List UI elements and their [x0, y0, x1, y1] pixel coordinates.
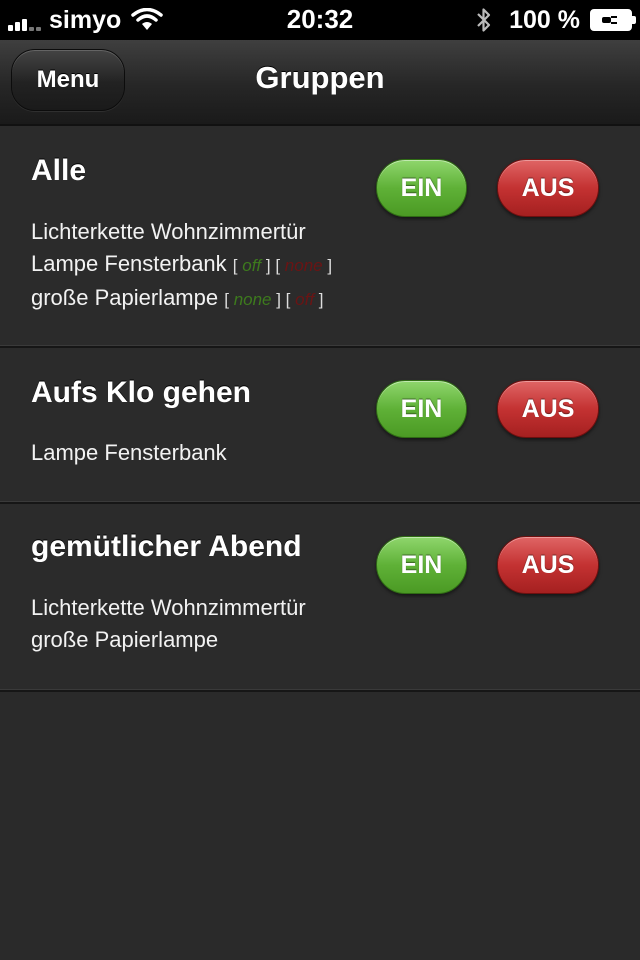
bluetooth-icon: [477, 8, 491, 32]
device-item: Lampe Fensterbank: [31, 437, 227, 469]
group-list: Alle EIN AUS Lichterkette Wohnzimmertür …: [0, 126, 640, 692]
group-off-button[interactable]: AUS: [497, 536, 599, 594]
group-row-alle: Alle EIN AUS Lichterkette Wohnzimmertür …: [0, 126, 640, 348]
group-device-list: Lampe Fensterbank: [31, 437, 227, 469]
status-bar-right: 100 %: [475, 5, 636, 35]
group-device-list: Lichterkette Wohnzimmertür Lampe Fenster…: [31, 216, 332, 316]
group-title: Aufs Klo gehen: [31, 376, 252, 409]
device-item: Lichterkette Wohnzimmertür: [31, 216, 332, 248]
device-name: Lichterkette Wohnzimmertür: [31, 219, 306, 244]
group-row-aufs-klo-gehen: Aufs Klo gehen EIN AUS Lampe Fensterbank: [0, 348, 640, 504]
device-off-state: off: [295, 290, 315, 309]
device-item: Lampe Fensterbank [ off ] [ none ]: [31, 251, 333, 276]
page-title: Gruppen: [255, 60, 385, 95]
navigation-bar: Menu Gruppen: [0, 40, 640, 126]
group-device-list: Lichterkette Wohnzimmertür große Papierl…: [31, 592, 306, 656]
battery-charging-icon: [590, 9, 636, 31]
device-item: große Papierlampe: [31, 624, 306, 656]
status-bar: simyo 20:32 100 %: [0, 0, 640, 40]
device-name: große Papierlampe: [31, 627, 219, 652]
group-on-button[interactable]: EIN: [376, 380, 467, 438]
group-title: Alle: [31, 154, 87, 187]
group-off-button[interactable]: AUS: [497, 380, 599, 438]
group-on-button[interactable]: EIN: [376, 536, 467, 594]
device-on-state: none: [233, 290, 272, 309]
device-on-state: off: [242, 256, 262, 275]
group-off-button[interactable]: AUS: [497, 159, 599, 217]
battery-percentage: 100 %: [509, 5, 580, 34]
device-name: Lampe Fensterbank: [31, 251, 227, 276]
device-item: Lichterkette Wohnzimmertür: [31, 592, 306, 624]
device-name: Lampe Fensterbank: [31, 440, 227, 465]
group-row-gemuetlicher-abend: gemütlicher Abend EIN AUS Lichterkette W…: [0, 504, 640, 692]
group-on-button[interactable]: EIN: [376, 159, 467, 217]
device-name: große Papierlampe: [31, 285, 219, 310]
device-off-state: none: [284, 256, 323, 275]
device-name: Lichterkette Wohnzimmertür: [31, 595, 306, 620]
device-item: große Papierlampe [ none ] [ off ]: [31, 285, 324, 310]
group-title: gemütlicher Abend: [31, 530, 302, 563]
